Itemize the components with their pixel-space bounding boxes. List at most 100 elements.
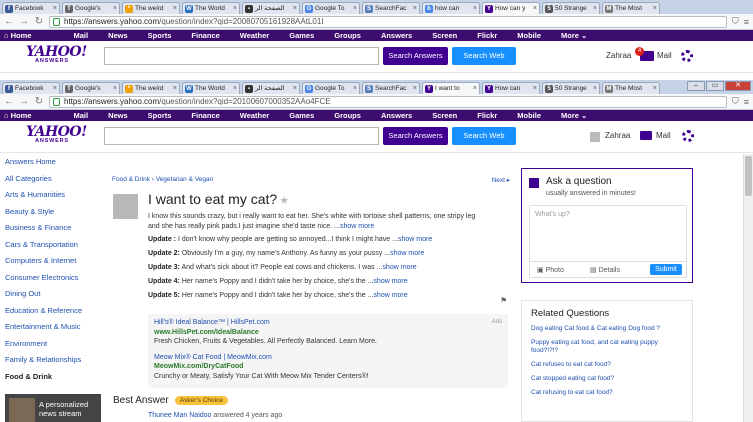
close-tab-icon[interactable]: × (473, 83, 477, 94)
sidebar-item-computers[interactable]: Computers & Internet (0, 253, 100, 270)
shield-icon[interactable]: ⛉ (732, 16, 739, 27)
sidebar-item-education[interactable]: Education & Reference (0, 303, 100, 320)
close-tab-icon[interactable]: × (653, 83, 657, 94)
close-tab-icon[interactable]: × (353, 83, 357, 94)
close-tab-icon[interactable]: × (173, 3, 177, 14)
close-tab-icon[interactable]: × (473, 3, 477, 14)
nav-games[interactable]: Games (289, 31, 314, 40)
nav-news[interactable]: News (108, 31, 128, 40)
forward-icon[interactable]: → (19, 16, 29, 27)
sidebar-item-electronics[interactable]: Consumer Electronics (0, 270, 100, 287)
close-tab-icon[interactable]: × (353, 3, 357, 14)
nav-news[interactable]: News (108, 111, 128, 120)
related-question-link[interactable]: Cat stopped eating cat food? (531, 375, 683, 383)
submit-button[interactable]: Submit (650, 264, 682, 275)
url-field[interactable]: https://answers.yahoo.com/question/index… (49, 15, 727, 28)
yahoo-answers-logo[interactable]: YAHOO! ANSWERS (26, 125, 87, 145)
show-more-link[interactable]: show more (398, 236, 432, 243)
close-tab-icon[interactable]: × (233, 3, 237, 14)
show-more-link[interactable]: show more (382, 264, 416, 271)
nav-mobile[interactable]: Mobile (517, 111, 541, 120)
shield-icon[interactable]: ⛉ (732, 96, 739, 107)
photo-button[interactable]: ▣ Photo (537, 266, 564, 274)
nav-answers[interactable]: Answers (381, 111, 412, 120)
breadcrumb[interactable]: Food & Drink › Vegetarian & Vegan (112, 176, 213, 183)
close-tab-icon[interactable]: × (533, 3, 537, 14)
nav-answers[interactable]: Answers (381, 31, 412, 40)
close-tab-icon[interactable]: × (413, 3, 417, 14)
sidebar-item-environment[interactable]: Environment (0, 336, 100, 353)
ad-url[interactable]: www.HillsPet.com/IdealBalance (154, 328, 502, 338)
sidebar-item-arts[interactable]: Arts & Humanities (0, 187, 100, 204)
close-tab-icon[interactable]: × (653, 3, 657, 14)
nav-home[interactable]: ⌂ Home (4, 111, 51, 120)
nav-weather[interactable]: Weather (240, 31, 269, 40)
nav-groups[interactable]: Groups (334, 111, 361, 120)
tab-active[interactable]: Y How can y × (482, 2, 540, 14)
sidebar-item-entertainment[interactable]: Entertainment & Music (0, 319, 100, 336)
yahoo-answers-logo[interactable]: YAHOO! ANSWERS (26, 45, 87, 65)
sidebar-item-family[interactable]: Family & Relationships (0, 352, 100, 369)
mail-label[interactable]: Mail (657, 51, 672, 60)
nav-flickr[interactable]: Flickr (477, 111, 497, 120)
maximize-icon[interactable]: ▭ (706, 81, 724, 91)
ad-url[interactable]: MeowMix.com/DryCatFood (154, 362, 502, 372)
tab[interactable]: Y How can × (482, 82, 540, 94)
related-question-link[interactable]: Dog eating Cat food & Cat eating Dog foo… (531, 325, 683, 333)
sidebar-item-food-drink[interactable]: Food & Drink (0, 369, 100, 386)
tab[interactable]: ▪ الصفحة الر × (242, 2, 300, 14)
back-icon[interactable]: ← (4, 16, 14, 27)
search-input[interactable] (104, 47, 379, 65)
tab[interactable]: * The weird × (122, 2, 180, 14)
related-question-link[interactable]: Puppy eating cat food, and cat eating pu… (531, 339, 683, 355)
back-icon[interactable]: ← (4, 96, 14, 107)
nav-games[interactable]: Games (289, 111, 314, 120)
tab[interactable]: W The World × (182, 82, 240, 94)
user-name[interactable]: Zahraa (606, 51, 631, 60)
reload-icon[interactable]: ↻ (34, 96, 44, 107)
show-more-link[interactable]: show more (373, 278, 407, 285)
reload-icon[interactable]: ↻ (34, 16, 44, 27)
close-tab-icon[interactable]: × (233, 83, 237, 94)
nav-groups[interactable]: Groups (334, 31, 361, 40)
close-tab-icon[interactable]: × (413, 83, 417, 94)
url-field[interactable]: https://answers.yahoo.com/question/index… (49, 95, 727, 108)
avatar[interactable] (590, 132, 600, 142)
ad-title[interactable]: Hill's® Ideal Balance™ | HillsPet.com (154, 318, 502, 328)
search-answers-button[interactable]: Search Answers (383, 127, 448, 145)
menu-icon[interactable]: ≡ (744, 97, 749, 107)
nav-flickr[interactable]: Flickr (477, 31, 497, 40)
nav-sports[interactable]: Sports (148, 111, 172, 120)
nav-mail[interactable]: Mail (73, 111, 88, 120)
show-more-link[interactable]: show more (373, 292, 407, 299)
tab[interactable]: 5 50 Strange × (542, 82, 600, 94)
close-tab-icon[interactable]: × (173, 83, 177, 94)
sidebar-item-answers-home[interactable]: Answers Home (0, 154, 100, 171)
sidebar-item-all-categories[interactable]: All Categories (0, 171, 100, 188)
tab[interactable]: W The World × (182, 2, 240, 14)
tab[interactable]: * The weird × (122, 82, 180, 94)
answerer-name[interactable]: Thunee Man Naidoo (148, 412, 211, 419)
mail-label[interactable]: Mail (656, 131, 671, 140)
close-window-icon[interactable]: ✕ (725, 81, 751, 91)
tab[interactable]: f Facebook × (2, 82, 60, 94)
close-tab-icon[interactable]: × (53, 83, 57, 94)
close-tab-icon[interactable]: × (593, 3, 597, 14)
nav-sports[interactable]: Sports (148, 31, 172, 40)
nav-more[interactable]: More ⌄ (561, 111, 587, 120)
tab[interactable]: M The Most × (602, 2, 660, 14)
close-tab-icon[interactable]: × (533, 83, 537, 94)
close-tab-icon[interactable]: × (593, 83, 597, 94)
sidebar-item-beauty[interactable]: Beauty & Style (0, 204, 100, 221)
details-button[interactable]: ▤ Details (590, 266, 620, 274)
nav-finance[interactable]: Finance (191, 111, 219, 120)
tab[interactable]: M The Most × (602, 82, 660, 94)
show-more-link[interactable]: show more (340, 223, 374, 230)
tab[interactable]: G Google To × (302, 82, 360, 94)
search-web-button[interactable]: Search Web (452, 127, 516, 145)
sidebar-item-business[interactable]: Business & Finance (0, 220, 100, 237)
tab[interactable]: f Facebook × (2, 2, 60, 14)
close-tab-icon[interactable]: × (293, 3, 297, 14)
sidebar-item-cars[interactable]: Cars & Transportation (0, 237, 100, 254)
sidebar-ad[interactable]: A personalized news stream (5, 394, 101, 422)
